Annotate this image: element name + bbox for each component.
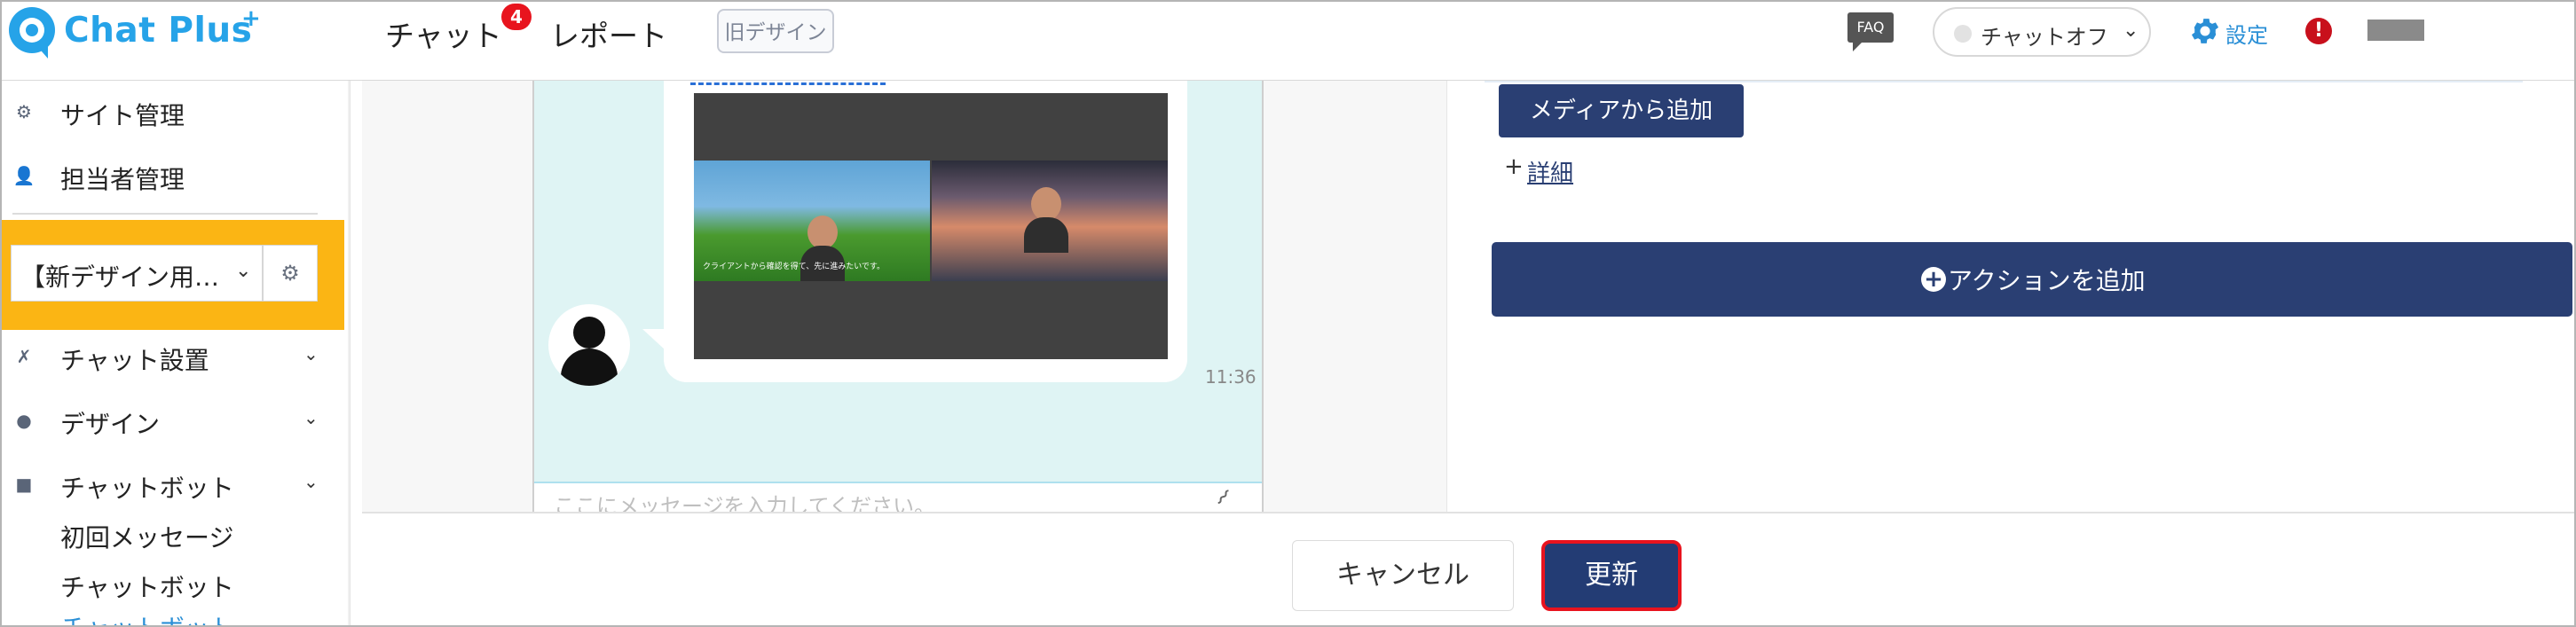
chat-preview-area: クライアントから確認を得て、先に進みたいです。 11:36 ここにメッセージを入… — [362, 81, 1446, 512]
person-figure — [1024, 187, 1068, 253]
nav-chat[interactable]: チャット — [385, 12, 502, 55]
settings-panel: メディアから追加 + 詳細 + アクションを追加 — [1446, 81, 2574, 512]
detail-plus-icon: + — [1504, 153, 1524, 180]
paperclip-icon[interactable]: ⌇ — [1210, 485, 1234, 511]
site-select-value: 【新デザイン用… — [20, 263, 220, 292]
person-body — [1024, 217, 1068, 253]
sidebar-item-staff-management[interactable]: 👤 担当者管理 — [2, 150, 339, 203]
faq-icon[interactable]: FAQ — [1847, 12, 1894, 51]
chevron-down-icon: ⌄ — [303, 343, 319, 364]
sidebar-item-chat-install[interactable]: ✗ チャット設置 ⌄ — [2, 331, 339, 384]
video-frame: クライアントから確認を得て、先に進みたいです。 — [694, 161, 1168, 281]
sidebar-subitem-active[interactable]: チャットボット — [60, 609, 234, 625]
chevron-down-icon: ⌄ — [235, 260, 252, 282]
scrollbar-thumb[interactable] — [350, 93, 351, 279]
sidebar-item-label: デザイン — [60, 410, 161, 439]
form-footer: キャンセル 更新 — [362, 512, 2574, 625]
sidebar-item-label: チャットボット — [60, 474, 234, 503]
add-from-media-button[interactable]: メディアから追加 — [1499, 84, 1744, 137]
plus-circle-icon: + — [1921, 267, 1946, 292]
sidebar: ⚙ サイト管理 👤 担当者管理 【新デザイン用… ⌄ ⚙ ✗ チャット設置 ⌄ … — [2, 81, 351, 625]
video-attachment[interactable]: クライアントから確認を得て、先に進みたいです。 — [694, 93, 1168, 359]
sidebar-scrollbar[interactable] — [348, 81, 351, 625]
person-head — [807, 216, 838, 249]
sidebar-item-chatbot[interactable]: ■ チャットボット ⌄ — [2, 458, 339, 512]
avatar-head — [573, 317, 605, 349]
add-action-label: アクションを追加 — [1948, 266, 2146, 295]
sidebar-divider — [12, 213, 318, 215]
detail-link[interactable]: 詳細 — [1527, 155, 1573, 188]
settings-link[interactable]: 設定 — [2225, 18, 2268, 49]
message-input[interactable]: ここにメッセージを入力してください。 ⌇ — [534, 482, 1262, 512]
sidebar-subitem-first-message[interactable]: 初回メッセージ — [60, 519, 233, 554]
chevron-down-icon: ⌄ — [303, 471, 319, 492]
update-button[interactable]: 更新 — [1541, 540, 1682, 611]
chat-preview-window: クライアントから確認を得て、先に進みたいです。 11:36 ここにメッセージを入… — [532, 81, 1264, 512]
logo-text: Chat Plus — [64, 11, 253, 51]
video-participant-right — [932, 161, 1168, 281]
sidebar-item-site-management[interactable]: ⚙ サイト管理 — [2, 86, 339, 139]
message-link-text[interactable] — [690, 81, 886, 85]
palette-icon: ● — [16, 410, 32, 431]
panel-top-divider — [1485, 81, 2523, 82]
video-caption: クライアントから確認を得て、先に進みたいです。 — [703, 263, 886, 271]
logo-plus: + — [241, 5, 261, 32]
cancel-button[interactable]: キャンセル — [1292, 540, 1514, 611]
message-timestamp: 11:36 — [1205, 366, 1256, 388]
bot-avatar — [548, 304, 630, 386]
chat-status-label: チャットオフ — [1981, 25, 2108, 50]
avatar-body — [561, 349, 618, 386]
chat-icon: ■ — [15, 474, 33, 495]
gear-icon: ⚙ — [16, 101, 32, 122]
nav-report[interactable]: レポート — [550, 12, 667, 55]
add-action-button[interactable]: + アクションを追加 — [1492, 242, 2572, 317]
alert-icon[interactable]: ! — [2305, 18, 2332, 44]
site-settings-gear-icon[interactable]: ⚙ — [263, 245, 318, 302]
chevron-down-icon: ⌄ — [2123, 20, 2139, 42]
sidebar-subitem-chatbot[interactable]: チャットボット — [60, 568, 234, 604]
settings-gear-icon[interactable] — [2188, 14, 2222, 48]
sidebar-item-label: サイト管理 — [60, 101, 185, 130]
tools-icon: ✗ — [16, 346, 32, 367]
sidebar-item-label: チャット設置 — [60, 346, 209, 375]
site-selector-area: 【新デザイン用… ⌄ ⚙ — [2, 220, 344, 330]
sidebar-item-label: 担当者管理 — [60, 165, 185, 194]
chevron-down-icon: ⌄ — [303, 407, 319, 428]
old-design-button[interactable]: 旧デザイン — [717, 9, 834, 53]
chatplus-logo[interactable]: Chat Plus + — [9, 5, 275, 62]
top-header: Chat Plus + チャット 4 レポート 旧デザイン FAQ チャットオフ… — [2, 2, 2574, 81]
chat-status-dropdown[interactable]: チャットオフ ⌄ — [1933, 7, 2151, 57]
person-head — [1031, 187, 1061, 221]
sidebar-item-design[interactable]: ● デザイン ⌄ — [2, 395, 339, 448]
site-select-dropdown[interactable]: 【新デザイン用… ⌄ — [11, 245, 263, 302]
chat-notification-badge: 4 — [501, 4, 532, 30]
user-menu[interactable] — [2367, 20, 2424, 41]
app-window: Chat Plus + チャット 4 レポート 旧デザイン FAQ チャットオフ… — [0, 0, 2576, 627]
status-dot-icon — [1954, 25, 1972, 43]
message-input-placeholder: ここにメッセージを入力してください。 — [554, 494, 936, 512]
chatplus-logo-icon — [9, 7, 55, 53]
chatplus-logo-tail — [35, 44, 48, 59]
user-gear-icon: 👤 — [12, 165, 35, 186]
